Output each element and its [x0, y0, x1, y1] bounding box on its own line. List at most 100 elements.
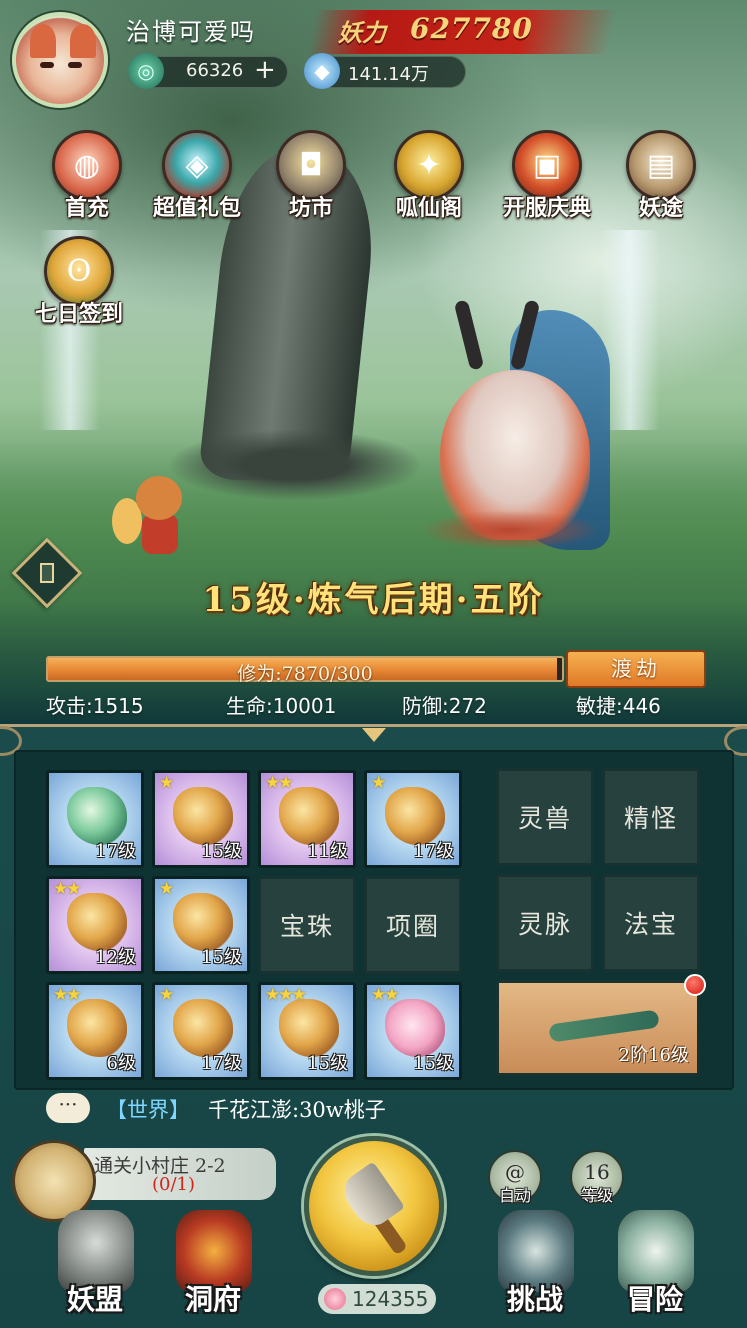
collapse-arrow-icon[interactable] — [362, 728, 386, 742]
auto-label: 自动 — [498, 1186, 531, 1205]
star-rating: ★ — [159, 879, 174, 899]
hero-character[interactable] — [400, 299, 620, 560]
treasure-level: 2阶16级 — [618, 1045, 689, 1066]
hero-horn — [453, 299, 485, 371]
attack-stat: 攻击:1515 — [46, 694, 144, 718]
equipment-level: 11级 — [307, 841, 348, 862]
treasure-slot[interactable]: 2阶16级 — [496, 980, 700, 1076]
avatar-eye — [68, 62, 82, 68]
collar-slot[interactable]: 项圈 — [364, 876, 462, 974]
first-recharge-button[interactable]: ◍ 首充 — [30, 130, 140, 230]
demon-path-button[interactable]: ▤ 妖途 — [604, 130, 714, 230]
nav-challenge[interactable]: 挑战 — [480, 1210, 590, 1325]
nav-label: 冒险 — [626, 1283, 683, 1316]
star-rating: ★ — [159, 773, 174, 793]
equipment-slot[interactable]: ★ 15级 — [152, 770, 250, 868]
quest-progress: (0/1) — [152, 1174, 196, 1195]
cultivation-text: 修为:7870/300 — [237, 663, 373, 685]
equipment-slot[interactable]: ★★ 15级 — [364, 982, 462, 1080]
equipment-slot[interactable]: ★★★ 15级 — [258, 982, 356, 1080]
nav-adventure[interactable]: 冒险 — [600, 1210, 710, 1325]
avatar-eye — [40, 62, 54, 68]
value-pack-button[interactable]: ◈ 超值礼包 — [140, 130, 250, 230]
jade-icon: ◎ — [128, 53, 164, 89]
notification-dot — [684, 974, 706, 996]
feature-label: 超值礼包 — [152, 195, 241, 221]
jade-gourd-icon — [548, 1009, 660, 1043]
tree-root — [170, 430, 420, 500]
equipment-level: 15级 — [413, 1053, 454, 1074]
hp-stat: 生命:10001 — [226, 694, 337, 718]
equipment-level: 17级 — [201, 1053, 242, 1074]
star-rating: ★★ — [371, 985, 400, 1005]
frog-pavilion-button[interactable]: ✦ 呱仙阁 — [372, 130, 482, 230]
star-rating: ★★ — [265, 773, 294, 793]
defense-stat: 防御:272 — [402, 694, 487, 718]
player-name: 治博可爱吗 — [126, 18, 256, 46]
equipment-level: 17级 — [413, 841, 454, 862]
crystal-amount: 141.14万 — [348, 64, 429, 85]
pet-companion[interactable] — [108, 462, 194, 562]
attack-button[interactable] — [304, 1136, 444, 1276]
agility-stat: 敏捷:446 — [576, 694, 661, 718]
star-rating: ★★★ — [265, 985, 307, 1005]
seven-day-signin-button[interactable]: ʘ 七日签到 — [22, 236, 132, 336]
server-celebration-button[interactable]: ▣ 开服庆典 — [490, 130, 600, 230]
avatar-ear — [30, 24, 56, 58]
add-jade-button[interactable]: + — [254, 55, 276, 85]
nav-cave[interactable]: 洞府 — [158, 1210, 268, 1325]
equipment-slot[interactable]: ★ 17级 — [152, 982, 250, 1080]
star-rating: ★★ — [53, 985, 82, 1005]
feature-label: 七日签到 — [34, 301, 123, 327]
nav-alliance[interactable]: 妖盟 — [40, 1210, 150, 1325]
crystal-icon: ◆ — [304, 53, 340, 89]
equipment-slot[interactable]: 17级 — [46, 770, 144, 868]
power-label: 妖力 — [338, 18, 386, 47]
power-value: 627780 — [410, 12, 533, 45]
goblin-button[interactable]: 精怪 — [602, 768, 700, 866]
spirit-vein-button[interactable]: 灵脉 — [496, 874, 594, 972]
feature-label: 坊市 — [288, 195, 333, 221]
star-rating: ★ — [159, 985, 174, 1005]
breakthrough-button[interactable]: 渡劫 — [566, 650, 706, 688]
chat-message[interactable]: 千花江澎:30w桃子 — [208, 1094, 386, 1124]
feature-label: 开服庆典 — [502, 195, 591, 221]
equipment-level: 17级 — [95, 841, 136, 862]
equipment-level: 6级 — [106, 1053, 136, 1074]
nav-label: 挑战 — [506, 1283, 563, 1316]
pet-head — [136, 476, 182, 520]
equipment-level: 12级 — [95, 947, 136, 968]
equipment-slot[interactable]: ★ 15级 — [152, 876, 250, 974]
peach-icon — [324, 1288, 346, 1310]
spirit-beast-button[interactable]: 灵兽 — [496, 768, 594, 866]
level-value: 16 — [584, 1160, 610, 1184]
peach-amount: 124355 — [352, 1287, 429, 1311]
magic-treasure-button[interactable]: 法宝 — [602, 874, 700, 972]
market-button[interactable]: ◘ 坊市 — [254, 130, 364, 230]
avatar-ear — [70, 24, 96, 58]
equipment-slot[interactable]: ★★ 11级 — [258, 770, 356, 868]
level-label: 等级 — [580, 1186, 613, 1205]
equipment-slot[interactable]: ★★ 6级 — [46, 982, 144, 1080]
swirl-icon: @ — [505, 1160, 525, 1184]
star-rating: ★ — [371, 773, 386, 793]
nav-label: 洞府 — [184, 1283, 241, 1316]
star-rating: ★★ — [53, 879, 82, 899]
jade-amount: 66326 — [186, 60, 244, 81]
axe-head — [336, 1161, 406, 1233]
chat-bubble-icon[interactable]: ··· — [46, 1093, 90, 1123]
feature-label: 首充 — [64, 195, 109, 221]
feature-label: 呱仙阁 — [395, 195, 462, 221]
chat-channel[interactable]: 【世界】 — [106, 1094, 190, 1124]
cultivation-bar: 修为:7870/300 — [46, 656, 564, 685]
nav-label: 妖盟 — [66, 1283, 123, 1316]
pearl-slot[interactable]: 宝珠 — [258, 876, 356, 974]
equipment-level: 15级 — [307, 1053, 348, 1074]
player-avatar[interactable] — [12, 12, 108, 108]
equipment-level: 15级 — [201, 947, 242, 968]
equipment-slot[interactable]: ★★ 12级 — [46, 876, 144, 974]
pet-body — [142, 514, 178, 554]
realm-title: 15级·炼气后期·五阶 — [202, 580, 545, 620]
hero-shadow — [420, 510, 600, 550]
equipment-slot[interactable]: ★ 17级 — [364, 770, 462, 868]
